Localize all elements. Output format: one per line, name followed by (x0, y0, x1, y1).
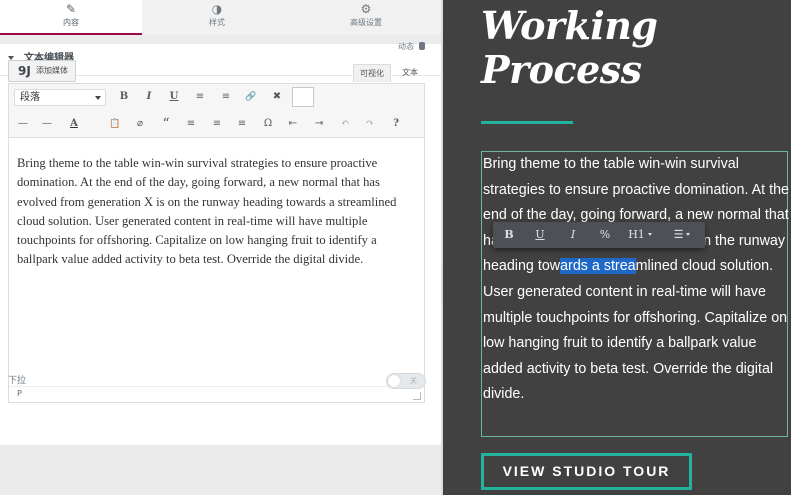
chevron-down-icon (686, 233, 691, 236)
italic-button[interactable]: I (139, 87, 159, 107)
align-left-icon[interactable]: ≡ (181, 114, 201, 134)
toolbar-toggle-button[interactable] (292, 87, 314, 107)
underline-button[interactable]: U (164, 87, 184, 107)
outdent-icon[interactable]: ⇤ (283, 114, 303, 134)
page-preview: Working Process Bring theme to the table… (443, 0, 791, 495)
heading-label: H1 (628, 228, 645, 241)
preview-paragraph[interactable]: Bring theme to the table win-win surviva… (483, 152, 789, 408)
accent-divider (481, 121, 573, 124)
special-char-icon[interactable]: Ω (258, 114, 278, 134)
dynamic-label: 动态 (398, 42, 414, 51)
undo-icon[interactable]: ↶ (335, 114, 355, 134)
indent-icon[interactable]: ⇥ (309, 114, 329, 134)
add-media-label: 添加媒体 (36, 66, 68, 75)
chevron-down-icon (647, 233, 652, 236)
dynamic-tags-button[interactable]: 动态 (398, 42, 425, 52)
inline-underline-button[interactable]: U (528, 222, 552, 248)
resize-grip-icon[interactable] (413, 392, 421, 400)
dropdown-label: 下拉 (8, 376, 27, 386)
tab-advanced-label: 高级设置 (350, 18, 382, 27)
format-select[interactable]: 段落 (14, 89, 106, 106)
tab-content[interactable]: ✎ 内容 (0, 0, 142, 35)
dropdown-switch[interactable]: 关 (386, 373, 426, 389)
tab-content-label: 内容 (63, 18, 79, 27)
inline-format-toolbar: B U I % H1 ☰ (493, 222, 705, 248)
fullscreen-icon[interactable]: ✖ (267, 87, 287, 107)
element-path-label: P (17, 389, 22, 398)
editor-panel: ✎ 内容 ◑ 样式 ⚙ 高级设置 文本编辑器 动态 9J 添加媒体 可视化 文本… (0, 0, 441, 495)
editor-content[interactable]: Bring theme to the table win-win surviva… (17, 154, 415, 270)
heading-line-1: Working (481, 3, 658, 48)
add-media-button[interactable]: 9J 添加媒体 (8, 60, 76, 82)
text-color-button[interactable]: A (64, 114, 84, 134)
tab-advanced[interactable]: ⚙ 高级设置 (295, 0, 437, 35)
inline-link-icon[interactable]: % (593, 222, 617, 248)
align-center-icon[interactable]: ≡ (207, 114, 227, 134)
wysiwyg-editor: 段落 B I U ≡ ≡ 🔗 ✖ — — A 📋 ⌀ “ ≡ ≡ ≡ Ω ⇤ ⇥… (8, 83, 425, 403)
text-editor-widget[interactable]: Bring theme to the table win-win surviva… (481, 151, 789, 437)
help-icon[interactable]: ? (386, 114, 406, 134)
contrast-icon: ◑ (211, 2, 223, 16)
media-icon: 9J (18, 64, 31, 78)
editor-toolbar-2: — — A 📋 ⌀ “ ≡ ≡ ≡ Ω ⇤ ⇥ ↶ ↷ ? (9, 110, 424, 138)
tab-style-label: 样式 (209, 18, 225, 27)
paste-text-icon[interactable]: 📋 (105, 114, 125, 134)
quote-icon[interactable]: “ (156, 114, 176, 134)
chevron-down-icon (95, 96, 101, 100)
heading-line-2: Process (481, 47, 642, 92)
tab-style[interactable]: ◑ 样式 (146, 0, 288, 35)
inline-list-dropdown[interactable]: ☰ (665, 222, 699, 248)
numbered-list-icon[interactable]: ≡ (216, 87, 236, 107)
preview-heading[interactable]: Working Process (481, 4, 781, 92)
inline-bold-button[interactable]: B (497, 222, 521, 248)
view-studio-tour-button[interactable]: VIEW STUDIO TOUR (481, 453, 692, 490)
bold-button[interactable]: B (114, 87, 134, 107)
editor-toolbar-1: 段落 B I U ≡ ≡ 🔗 ✖ (9, 84, 424, 110)
switch-label: 关 (410, 377, 417, 385)
database-icon (419, 42, 425, 50)
list-icon: ☰ (673, 228, 684, 241)
element-path: P (9, 386, 424, 402)
link-icon[interactable]: 🔗 (241, 87, 261, 107)
inline-heading-dropdown[interactable]: H1 (623, 222, 657, 248)
pencil-icon: ✎ (65, 2, 77, 16)
format-select-value: 段落 (20, 92, 40, 103)
hr-icon[interactable]: — (13, 114, 33, 134)
inline-italic-button[interactable]: I (561, 222, 585, 248)
align-right-icon[interactable]: ≡ (232, 114, 252, 134)
tab-visual[interactable]: 可视化 (353, 64, 391, 82)
paragraph-after: mlined cloud solution. User generated co… (483, 258, 788, 403)
tab-text[interactable]: 文本 (396, 64, 424, 82)
panel-tabs: ✎ 内容 ◑ 样式 ⚙ 高级设置 (0, 0, 441, 35)
switch-knob (388, 375, 400, 387)
selected-text: ards a strea (560, 258, 636, 275)
clear-formatting-icon[interactable]: ⌀ (130, 114, 150, 134)
horizontal-line-icon[interactable]: — (37, 114, 57, 134)
paragraph-before: Bring theme to the table win-win surviva… (483, 156, 789, 275)
redo-icon[interactable]: ↷ (360, 114, 380, 134)
gear-icon: ⚙ (360, 2, 372, 16)
bullet-list-icon[interactable]: ≡ (190, 87, 210, 107)
active-tab-indicator (0, 33, 142, 35)
